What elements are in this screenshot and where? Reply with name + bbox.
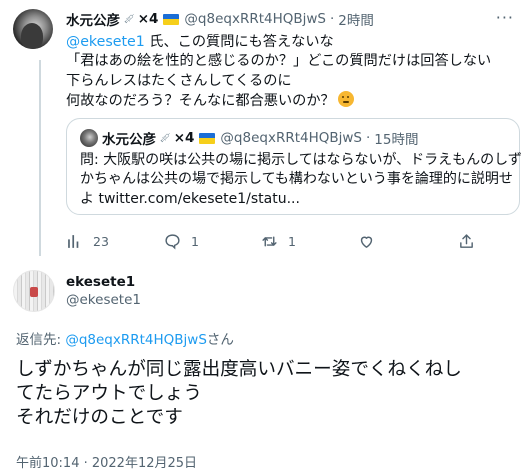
quote-text-line: よ twitter.com/ekesete1/statu...: [80, 190, 300, 207]
replying-prefix: 返信先:: [16, 332, 66, 348]
more-icon[interactable]: ···: [496, 8, 514, 27]
display-name: 水元公彦: [102, 132, 156, 148]
syringe-icon: 💉︎: [123, 13, 136, 25]
syringe-icon: 💉︎: [159, 132, 172, 144]
mention-link[interactable]: @ekesete1: [66, 34, 145, 50]
timestamp: 15時間: [374, 132, 419, 148]
tweet-timestamp[interactable]: 午前10:14 · 2022年12月25日: [16, 452, 197, 471]
quote-header: 水元公彦 💉︎ ×4 @q8eqxRRt4HQBjwS · 15時間: [80, 128, 418, 148]
avatar[interactable]: [13, 270, 55, 312]
share-button[interactable]: [458, 231, 485, 251]
tweet-text-line: 何故なのだろう？そんなに都合悪いのか？: [66, 93, 335, 110]
tweet-text: しずかちゃんが同じ露出度高いバニー姿でくねくねし てたらアウトでしょう それだけ…: [16, 358, 516, 429]
avatar[interactable]: [13, 9, 53, 49]
tweet-text-line: 下らんレスはたくさんしてくるのに: [66, 72, 292, 89]
like-button[interactable]: [358, 231, 385, 251]
timestamp[interactable]: 2時間: [338, 9, 374, 29]
handle[interactable]: @ekesete1: [66, 292, 141, 308]
display-name[interactable]: 水元公彦: [66, 9, 120, 29]
tweet-actions: 23 1 1: [66, 231, 506, 251]
ukraine-flag-icon: [199, 132, 216, 144]
reply-count: 1: [191, 233, 199, 249]
mention-link[interactable]: @q8eqxRRt4HQBjwS: [65, 332, 207, 348]
views-count: 23: [93, 233, 109, 249]
tweet-header: 水元公彦 💉︎ ×4 @q8eqxRRt4HQBjwS · 2時間: [66, 9, 374, 29]
quote-text: 問: 大阪駅の咲は公共の場に掲示してはならないが、ドラえもんのしず かちゃんは公…: [80, 151, 522, 209]
views-button[interactable]: 23: [66, 231, 109, 251]
heart-icon: [360, 236, 373, 248]
tweet-text: @ekesete1 氏、この質問にも答えないな 「君はあの絵を性的と感じるのか？…: [66, 33, 521, 112]
handle[interactable]: @q8eqxRRt4HQBjwS: [184, 11, 326, 27]
reply-icon: [165, 233, 180, 250]
tweet-text-line: しずかちゃんが同じ露出度高いバニー姿でくねくねし: [16, 359, 462, 380]
avatar: [80, 129, 98, 147]
display-name[interactable]: ekesete1: [66, 274, 135, 290]
thinking-face-icon: [337, 91, 354, 108]
share-icon: [460, 233, 473, 248]
quote-text-line: かちゃんは公共の場で掲示しても構わないという事を論理的に説明せ: [80, 171, 513, 188]
tweet-text-line: 「君はあの絵を性的と感じるのか？」どこの質問だけは回答しない: [66, 53, 492, 70]
retweet-button[interactable]: 1: [261, 231, 296, 251]
reply-button[interactable]: 1: [164, 231, 199, 251]
handle: @q8eqxRRt4HQBjwS: [220, 130, 362, 146]
ukraine-flag-icon: [163, 13, 180, 25]
thread-connector-line: [39, 60, 41, 256]
retweet-count: 1: [288, 233, 296, 249]
retweet-icon: [262, 236, 277, 246]
replying-to: 返信先: @q8eqxRRt4HQBjwSさん: [16, 328, 234, 348]
separator-dot: ·: [366, 130, 371, 146]
quote-tweet-card[interactable]: 水元公彦 💉︎ ×4 @q8eqxRRt4HQBjwS · 15時間 問: 大阪…: [66, 118, 522, 215]
analytics-icon: [68, 234, 79, 248]
separator-dot: ·: [330, 11, 335, 27]
badge-count: ×4: [137, 11, 159, 27]
tweet-text-line: てたらアウトでしょう: [16, 382, 202, 404]
badge-count: ×4: [173, 130, 195, 146]
replying-suffix: さん: [206, 332, 234, 348]
tweet-text-line: それだけのことです: [16, 406, 183, 428]
tweet-text-line: 氏、この質問にも答えないな: [144, 34, 334, 50]
quote-text-line: 問: 大阪駅の咲は公共の場に掲示してはならないが、ドラえもんのしず: [80, 152, 522, 168]
